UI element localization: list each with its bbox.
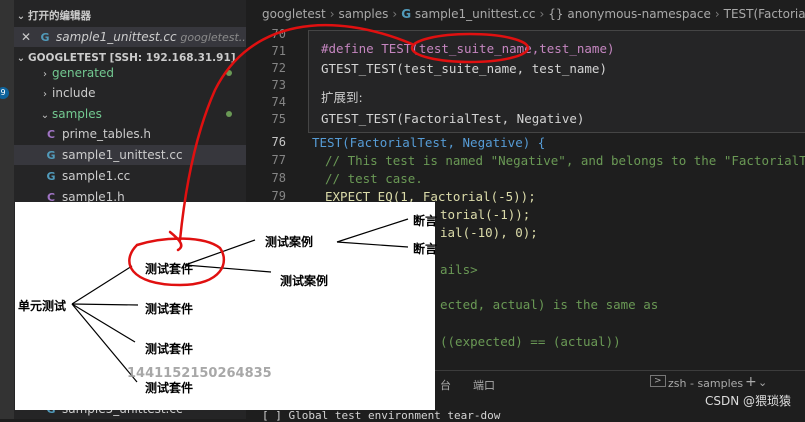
highlight-circle: [128, 237, 225, 287]
highlight-circle: [410, 32, 530, 64]
red-annotation-overlay: [128, 23, 530, 287]
connector-arrow: [178, 23, 414, 242]
csdn-watermark: CSDN @猥琐猿: [704, 394, 791, 408]
